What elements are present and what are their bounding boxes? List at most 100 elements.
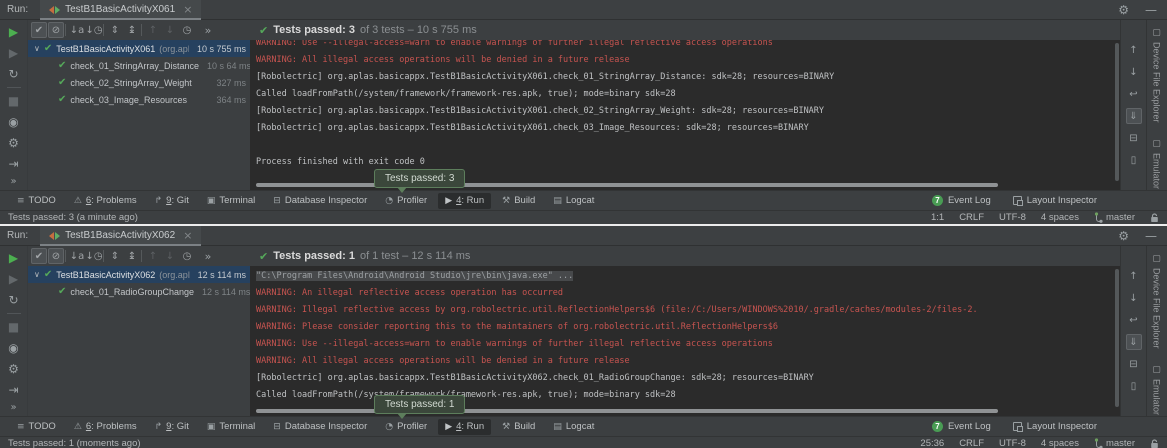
tool-tab-build[interactable]: ⚒ Build	[495, 193, 542, 209]
scroll-down-button[interactable]: ↓	[1126, 290, 1142, 306]
git-branch-widget[interactable]: master	[1094, 212, 1135, 223]
lock-icon[interactable]	[1150, 213, 1159, 223]
scroll-to-end-toggle[interactable]: ⇓	[1126, 108, 1142, 124]
expand-all-button[interactable]: ⇕	[107, 248, 123, 264]
tool-tab-git[interactable]: ↱ 9: Git	[148, 193, 196, 209]
tool-tab-build[interactable]: ⚒ Build	[495, 419, 542, 435]
previous-occurrence-button[interactable]: ↑	[145, 22, 161, 38]
toolbar-divider[interactable]	[141, 24, 144, 36]
vertical-scrollbar[interactable]	[1115, 43, 1119, 181]
caret-position[interactable]: 1:1	[931, 212, 944, 223]
test-tree-row[interactable]: ✔ check_01_StringArray_Distance 10 s 64 …	[28, 57, 250, 74]
tool-tab-git[interactable]: ↱ 9: Git	[148, 419, 196, 435]
tool-tab-run[interactable]: ▶ 4: Run	[438, 193, 491, 209]
tool-tab-todo[interactable]: ≡ TODO	[10, 193, 63, 209]
tool-stripe-device-file-explorer[interactable]: ▢ Device File Explorer	[1152, 28, 1162, 123]
test-settings-button[interactable]: ⚙	[8, 135, 19, 151]
run-config-tab-x061[interactable]: TestB1BasicActivityX061 ×	[40, 0, 201, 19]
test-tree-root-row[interactable]: ∨ ✔ TestB1BasicActivityX062 (org.aplas.t…	[28, 266, 250, 283]
scroll-down-button[interactable]: ↓	[1126, 64, 1142, 80]
toggle-auto-test-button[interactable]: ↻	[8, 66, 18, 82]
indent-indicator[interactable]: 4 spaces	[1041, 438, 1079, 448]
toolbar-divider[interactable]	[65, 24, 68, 36]
collapse-all-button[interactable]: ↨	[124, 248, 140, 264]
next-occurrence-button[interactable]: ↓	[162, 22, 178, 38]
rerun-failed-tests-button[interactable]: ▶	[9, 271, 18, 287]
lock-icon[interactable]	[1150, 439, 1159, 448]
run-config-tab-x062[interactable]: TestB1BasicActivityX062 ×	[40, 226, 201, 245]
tool-tab-database-inspector[interactable]: ⊟ Database Inspector	[266, 193, 374, 209]
caret-position[interactable]: 25:36	[920, 438, 944, 448]
test-settings-button[interactable]: ⚙	[8, 361, 19, 377]
hide-tool-window-icon[interactable]: —	[1145, 230, 1157, 242]
event-log-button[interactable]: 7 Event Log	[932, 421, 991, 432]
more-gutter-actions-icon[interactable]: »	[0, 176, 27, 187]
show-passed-toggle[interactable]: ✔	[31, 248, 47, 264]
sort-alphabetically-button[interactable]: ↓a	[69, 248, 85, 264]
rerun-tests-button[interactable]: ▶	[9, 24, 18, 40]
show-ignored-toggle[interactable]: ⊘	[48, 248, 64, 264]
collapse-all-button[interactable]: ↨	[124, 22, 140, 38]
screenshot-button[interactable]: ◉	[8, 114, 18, 130]
tool-stripe-emulator[interactable]: ▢ Emulator	[1152, 365, 1162, 415]
gutter-divider[interactable]	[7, 313, 21, 314]
print-button[interactable]: ⊟	[1126, 130, 1142, 146]
test-tree-row[interactable]: ✔ check_01_RadioGroupChange 12 s 114 ms	[28, 283, 250, 300]
scroll-up-button[interactable]: ↑	[1126, 42, 1142, 58]
rerun-tests-button[interactable]: ▶	[9, 250, 18, 266]
clear-console-button[interactable]: ▯	[1126, 378, 1142, 394]
expand-all-button[interactable]: ⇕	[107, 22, 123, 38]
encoding-indicator[interactable]: UTF-8	[999, 212, 1026, 223]
import-test-results-button[interactable]: ⇥	[8, 382, 18, 398]
tool-tab-profiler[interactable]: ◔ Profiler	[378, 419, 434, 435]
git-branch-widget[interactable]: master	[1094, 438, 1135, 448]
layout-inspector-button[interactable]: Layout Inspector	[1013, 421, 1097, 432]
toolbar-divider[interactable]	[65, 250, 68, 262]
tool-tab-logcat[interactable]: ▤ Logcat	[546, 419, 601, 435]
soft-wrap-toggle[interactable]: ↩	[1126, 312, 1142, 328]
test-history-button[interactable]: ◷	[179, 248, 195, 264]
encoding-indicator[interactable]: UTF-8	[999, 438, 1026, 448]
chevron-down-icon[interactable]: ∨	[34, 44, 40, 53]
sort-alphabetically-button[interactable]: ↓a	[69, 22, 85, 38]
tool-tab-terminal[interactable]: ▣ Terminal	[200, 419, 262, 435]
print-button[interactable]: ⊟	[1126, 356, 1142, 372]
more-toolbar-actions-button[interactable]: »	[200, 22, 216, 38]
line-ending-indicator[interactable]: CRLF	[959, 438, 984, 448]
tool-tab-problems[interactable]: ⚠ 6: Problems	[67, 193, 144, 209]
tool-tab-problems[interactable]: ⚠ 6: Problems	[67, 419, 144, 435]
settings-gear-icon[interactable]: ⚙	[1118, 4, 1129, 16]
show-passed-toggle[interactable]: ✔	[31, 22, 47, 38]
stop-button[interactable]: ■	[8, 319, 19, 335]
sort-by-duration-button[interactable]: ↓◷	[86, 22, 102, 38]
tool-tab-database-inspector[interactable]: ⊟ Database Inspector	[266, 419, 374, 435]
tool-tab-profiler[interactable]: ◔ Profiler	[378, 193, 434, 209]
tool-tab-todo[interactable]: ≡ TODO	[10, 419, 63, 435]
import-test-results-button[interactable]: ⇥	[8, 156, 18, 172]
more-toolbar-actions-button[interactable]: »	[200, 248, 216, 264]
scroll-up-button[interactable]: ↑	[1126, 268, 1142, 284]
layout-inspector-button[interactable]: Layout Inspector	[1013, 195, 1097, 206]
more-gutter-actions-icon[interactable]: »	[0, 402, 27, 413]
event-log-button[interactable]: 7 Event Log	[932, 195, 991, 206]
line-ending-indicator[interactable]: CRLF	[959, 212, 984, 223]
rerun-failed-tests-button[interactable]: ▶	[9, 45, 18, 61]
previous-occurrence-button[interactable]: ↑	[145, 248, 161, 264]
test-tree-row[interactable]: ✔ check_03_Image_Resources 364 ms	[28, 91, 250, 108]
sort-by-duration-button[interactable]: ↓◷	[86, 248, 102, 264]
toggle-auto-test-button[interactable]: ↻	[8, 292, 18, 308]
tool-stripe-emulator[interactable]: ▢ Emulator	[1152, 139, 1162, 189]
test-history-button[interactable]: ◷	[179, 22, 195, 38]
close-tab-icon[interactable]: ×	[183, 3, 192, 16]
tool-tab-terminal[interactable]: ▣ Terminal	[200, 193, 262, 209]
next-occurrence-button[interactable]: ↓	[162, 248, 178, 264]
stop-button[interactable]: ■	[8, 93, 19, 109]
test-tree-row[interactable]: ✔ check_02_StringArray_Weight 327 ms	[28, 74, 250, 91]
tool-tab-logcat[interactable]: ▤ Logcat	[546, 193, 601, 209]
soft-wrap-toggle[interactable]: ↩	[1126, 86, 1142, 102]
chevron-down-icon[interactable]: ∨	[34, 270, 40, 279]
tool-stripe-device-file-explorer[interactable]: ▢ Device File Explorer	[1152, 254, 1162, 349]
tool-tab-run[interactable]: ▶ 4: Run	[438, 419, 491, 435]
vertical-scrollbar[interactable]	[1115, 269, 1119, 407]
indent-indicator[interactable]: 4 spaces	[1041, 212, 1079, 223]
